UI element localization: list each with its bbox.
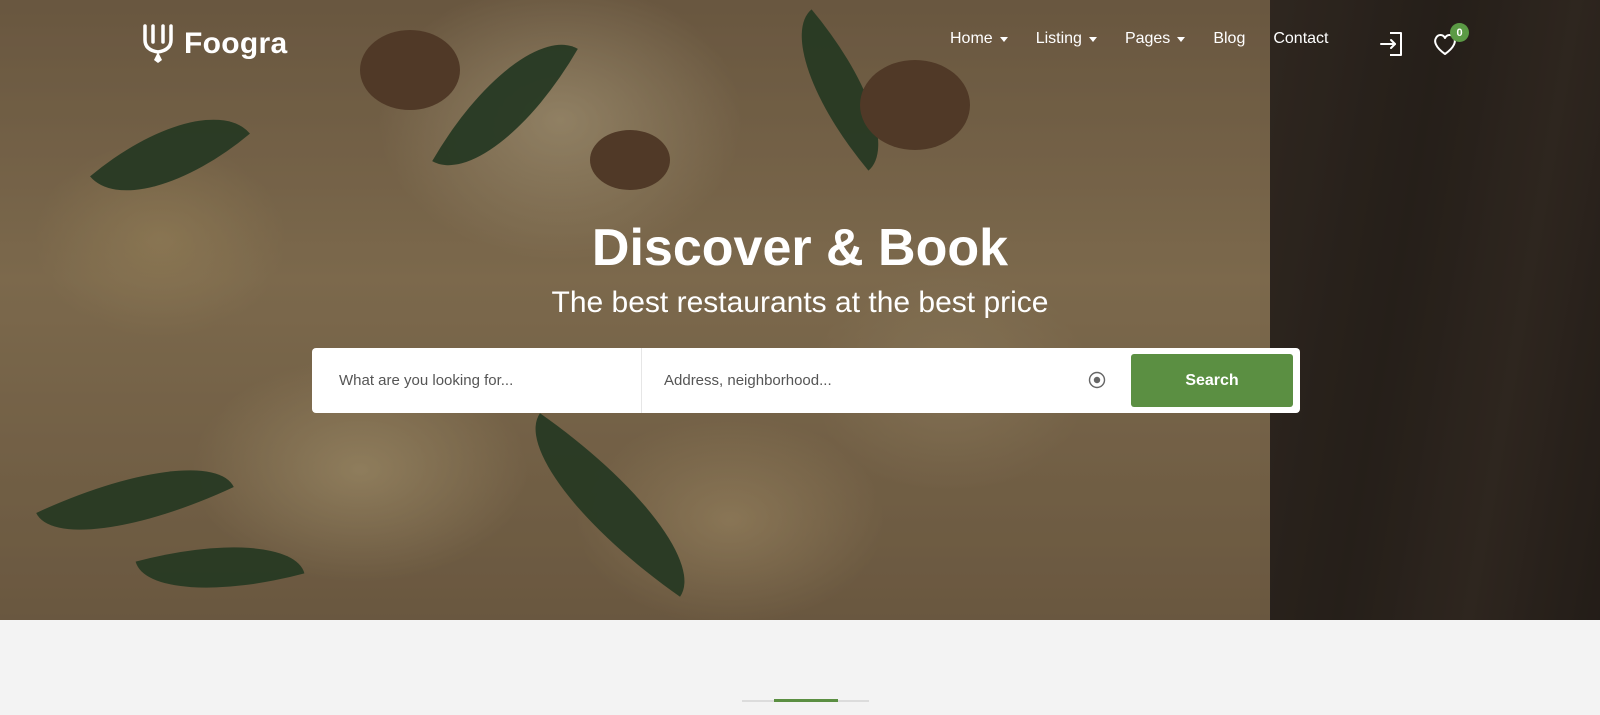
fork-icon <box>143 24 173 63</box>
nav-item-label: Listing <box>1035 30 1082 47</box>
wishlist-count-badge: 0 <box>1450 23 1469 42</box>
caret-down-icon <box>1088 37 1097 42</box>
address-search-placeholder: Address, neighborhood... <box>664 372 832 389</box>
caret-down-icon <box>999 37 1008 42</box>
logo[interactable]: Foogra <box>140 24 287 64</box>
nav-item-label: Contact <box>1273 30 1329 47</box>
nav-item-blog[interactable]: Blog <box>1213 30 1245 48</box>
nav-item-listing[interactable]: Listing <box>1036 30 1097 48</box>
address-search-input[interactable]: Address, neighborhood... <box>642 348 1132 413</box>
caret-down-icon <box>1177 37 1186 42</box>
nav-item-home[interactable]: Home <box>950 30 1008 48</box>
brand-name: Foogra <box>184 27 288 60</box>
nav-item-pages[interactable]: Pages <box>1124 30 1186 48</box>
nav-item-label: Home <box>950 30 993 47</box>
top-navbar: Foogra Home Listing Pages Blog Contact 0 <box>0 0 1600 90</box>
search-form: What are you looking for... Address, nei… <box>312 348 1300 413</box>
nav-item-label: Blog <box>1213 30 1246 47</box>
hero-title: Discover & Book <box>591 219 1009 277</box>
search-button[interactable]: Search <box>1131 354 1293 407</box>
what-search-input[interactable]: What are you looking for... <box>312 348 642 413</box>
target-icon[interactable] <box>1088 371 1106 389</box>
what-search-placeholder: What are you looking for... <box>339 372 514 389</box>
nav-item-contact[interactable]: Contact <box>1273 30 1328 48</box>
main-nav: Home Listing Pages Blog Contact <box>950 30 1356 48</box>
section-divider-accent <box>774 699 838 702</box>
login-icon[interactable] <box>1378 30 1406 58</box>
nav-item-label: Pages <box>1124 30 1171 47</box>
hero-subtitle: The best restaurants at the best price <box>551 286 1049 319</box>
